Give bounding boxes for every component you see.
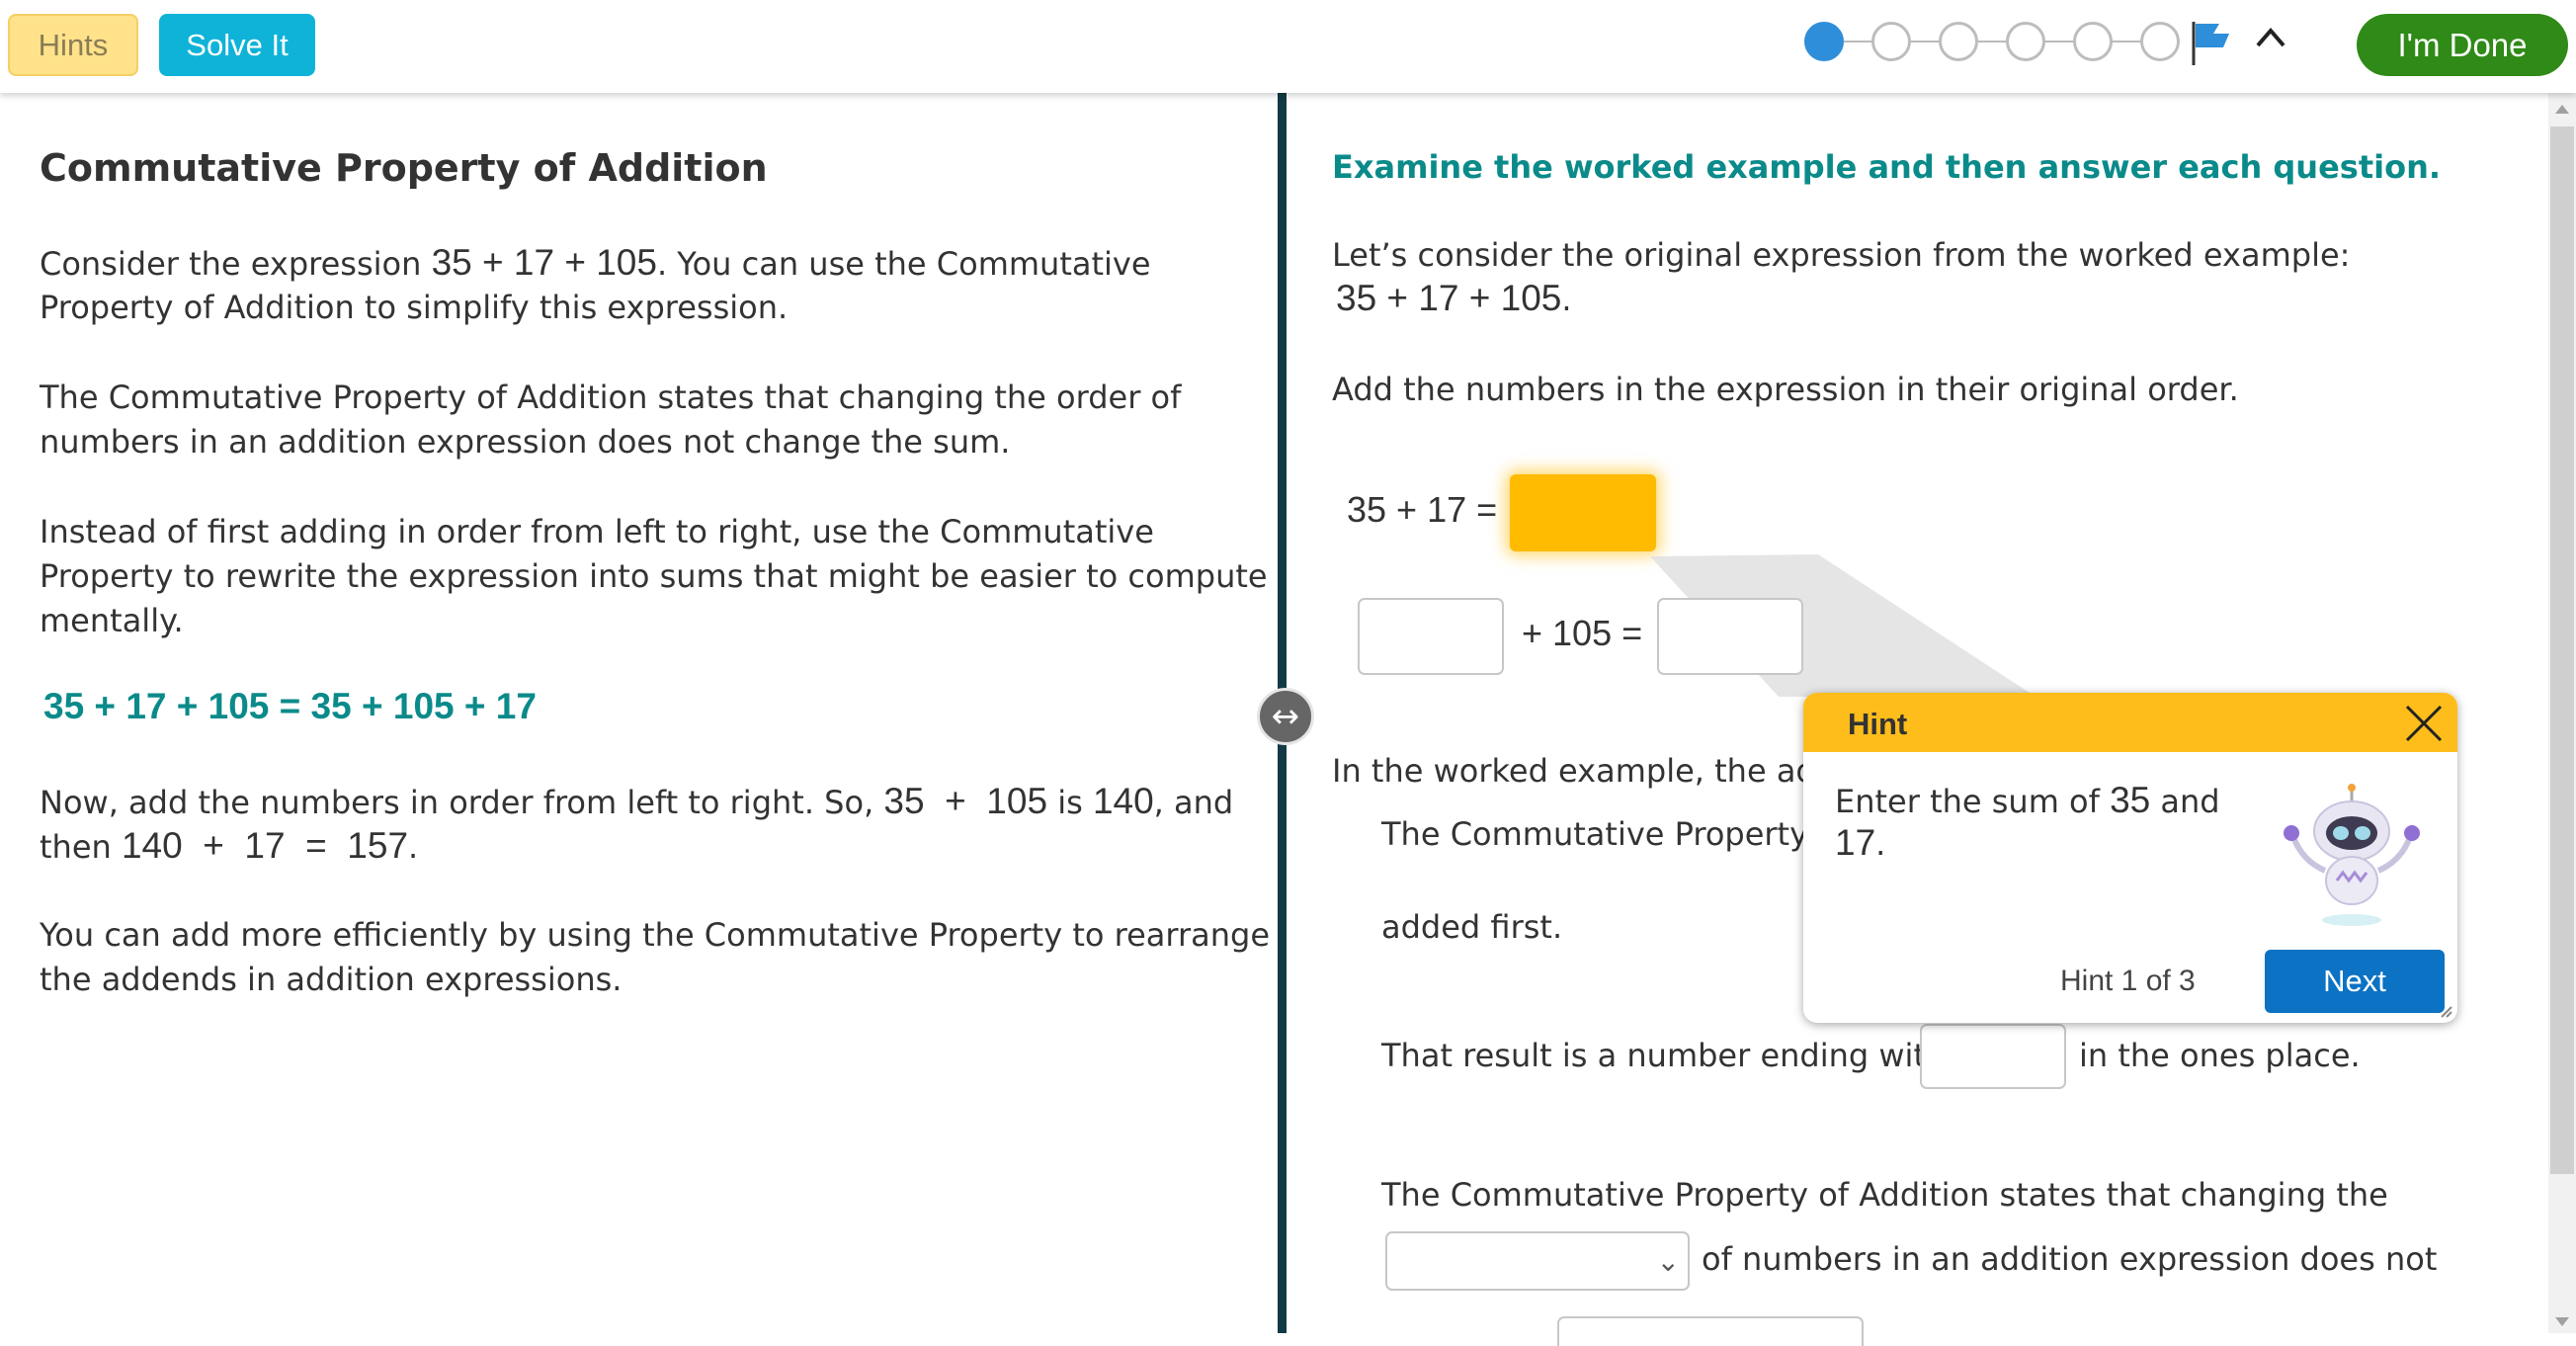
text: . — [408, 828, 419, 866]
paragraph-4-line-2: then 140 + 17 = 157. — [40, 823, 418, 870]
question-2-line-1: In the worked example, the adde — [1332, 752, 1856, 790]
text: . — [1875, 825, 1886, 863]
paragraph-5-line-2: the addends in addition expressions. — [40, 961, 623, 998]
math-value: 35 — [2110, 780, 2151, 820]
paragraph-1-line-2: Property of Addition to simplify this ex… — [40, 289, 789, 326]
text: Consider the expression — [40, 245, 422, 283]
hint-text: Enter the sum of 35 and 17. — [1835, 780, 2250, 865]
text: then — [40, 828, 112, 866]
paragraph-1-line-1: Consider the expression 35 + 17 + 105. Y… — [40, 240, 1151, 287]
chevron-down-icon: ⌄ — [1656, 1245, 1680, 1278]
paragraph-2-line-1: The Commutative Property of Addition sta… — [40, 379, 1182, 416]
equation-2-label: + 105 = — [1522, 613, 1643, 653]
hints-button[interactable]: Hints — [8, 14, 138, 76]
text: Enter the sum of — [1835, 783, 2100, 820]
progress-step-4[interactable] — [2006, 22, 2045, 61]
paragraph-3-line-3: mentally. — [40, 602, 184, 639]
resize-grip-icon[interactable] — [2440, 1005, 2453, 1019]
hint-popup: Hint Enter the sum of 35 and 17. Hint 1 … — [1803, 693, 2457, 1023]
scroll-down-icon[interactable] — [2554, 1316, 2570, 1328]
math-expression: 35 + 17 + 105 — [1336, 278, 1562, 318]
next-hint-button[interactable]: Next — [2265, 950, 2445, 1013]
text: and — [2160, 783, 2220, 820]
hint-counter: Hint 1 of 3 — [2060, 965, 2196, 997]
top-toolbar: Hints Solve It I'm Done — [0, 0, 2576, 93]
question-4-line-1: The Commutative Property of Addition sta… — [1381, 1176, 2388, 1214]
robot-mascot-icon — [2284, 784, 2420, 926]
order-dropdown[interactable]: ⌄ — [1385, 1231, 1690, 1291]
hint-title: Hint — [1848, 707, 1908, 741]
instruction-text: Add the numbers in the expression in the… — [1332, 371, 2239, 408]
text: . You can use the Commutative — [656, 245, 1151, 283]
progress-step-1[interactable] — [1804, 22, 1844, 61]
chevron-up-icon[interactable] — [2255, 26, 2286, 49]
text: is — [1057, 784, 1083, 821]
paragraph-3-line-1: Instead of first adding in order from le… — [40, 513, 1154, 550]
scroll-up-icon[interactable] — [2554, 103, 2570, 115]
scrollbar-thumb[interactable] — [2550, 126, 2574, 1174]
math-expression: 140 + 17 = 157 — [121, 825, 409, 866]
text: , and — [1153, 784, 1234, 821]
commutative-equation: 35 + 17 + 105 = 35 + 105 + 17 — [43, 686, 537, 726]
next-answer-input[interactable] — [1557, 1316, 1864, 1346]
equation-2-result-input[interactable] — [1657, 598, 1803, 675]
intro-line-2: 35 + 17 + 105. — [1336, 276, 1572, 322]
paragraph-2-line-2: numbers in an addition expression does n… — [40, 423, 1011, 461]
progress-step-6[interactable] — [2140, 22, 2180, 61]
equation-2-first-input[interactable] — [1358, 598, 1504, 675]
vertical-scrollbar[interactable] — [2548, 93, 2576, 1333]
math-expression: 35 + 105 — [883, 781, 1048, 821]
paragraph-4-line-1: Now, add the numbers in order from left … — [40, 779, 1233, 825]
activity-heading: Examine the worked example and then answ… — [1332, 148, 2441, 186]
hint-header: Hint — [1803, 693, 2457, 752]
resize-handle-icon[interactable]: ↔ — [1257, 688, 1314, 745]
text: . — [1561, 281, 1572, 318]
paragraph-3-line-2: Property to rewrite the expression into … — [40, 557, 1268, 595]
ones-place-input[interactable] — [1920, 1024, 2066, 1089]
close-icon[interactable] — [2401, 701, 2447, 746]
question-2-line-2: The Commutative Property w — [1381, 815, 1845, 853]
math-expression: 35 + 17 + 105 — [431, 242, 657, 283]
sum-35-17-input[interactable] — [1510, 474, 1656, 551]
im-done-button[interactable]: I'm Done — [2357, 14, 2568, 76]
solve-it-button[interactable]: Solve It — [159, 14, 315, 76]
flag-icon[interactable] — [2190, 18, 2235, 69]
progress-step-5[interactable] — [2073, 22, 2113, 61]
progress-step-2[interactable] — [1871, 22, 1911, 61]
paragraph-5-line-1: You can add more efficiently by using th… — [40, 916, 1270, 954]
progress-step-3[interactable] — [1939, 22, 1978, 61]
question-3-suffix: in the ones place. — [2079, 1037, 2361, 1074]
question-4-line-2: of numbers in an addition expression doe… — [1702, 1240, 2438, 1278]
text: Now, add the numbers in order from left … — [40, 784, 874, 821]
equation-1-label: 35 + 17 = — [1347, 489, 1498, 530]
question-2-line-3: added first. — [1381, 908, 1563, 946]
math-value: 17 — [1835, 822, 1876, 863]
intro-line-1: Let’s consider the original expression f… — [1332, 236, 2351, 274]
question-3-prefix: That result is a number ending with — [1381, 1037, 1947, 1074]
math-value: 140 — [1092, 781, 1154, 821]
lesson-title: Commutative Property of Addition — [40, 146, 768, 190]
